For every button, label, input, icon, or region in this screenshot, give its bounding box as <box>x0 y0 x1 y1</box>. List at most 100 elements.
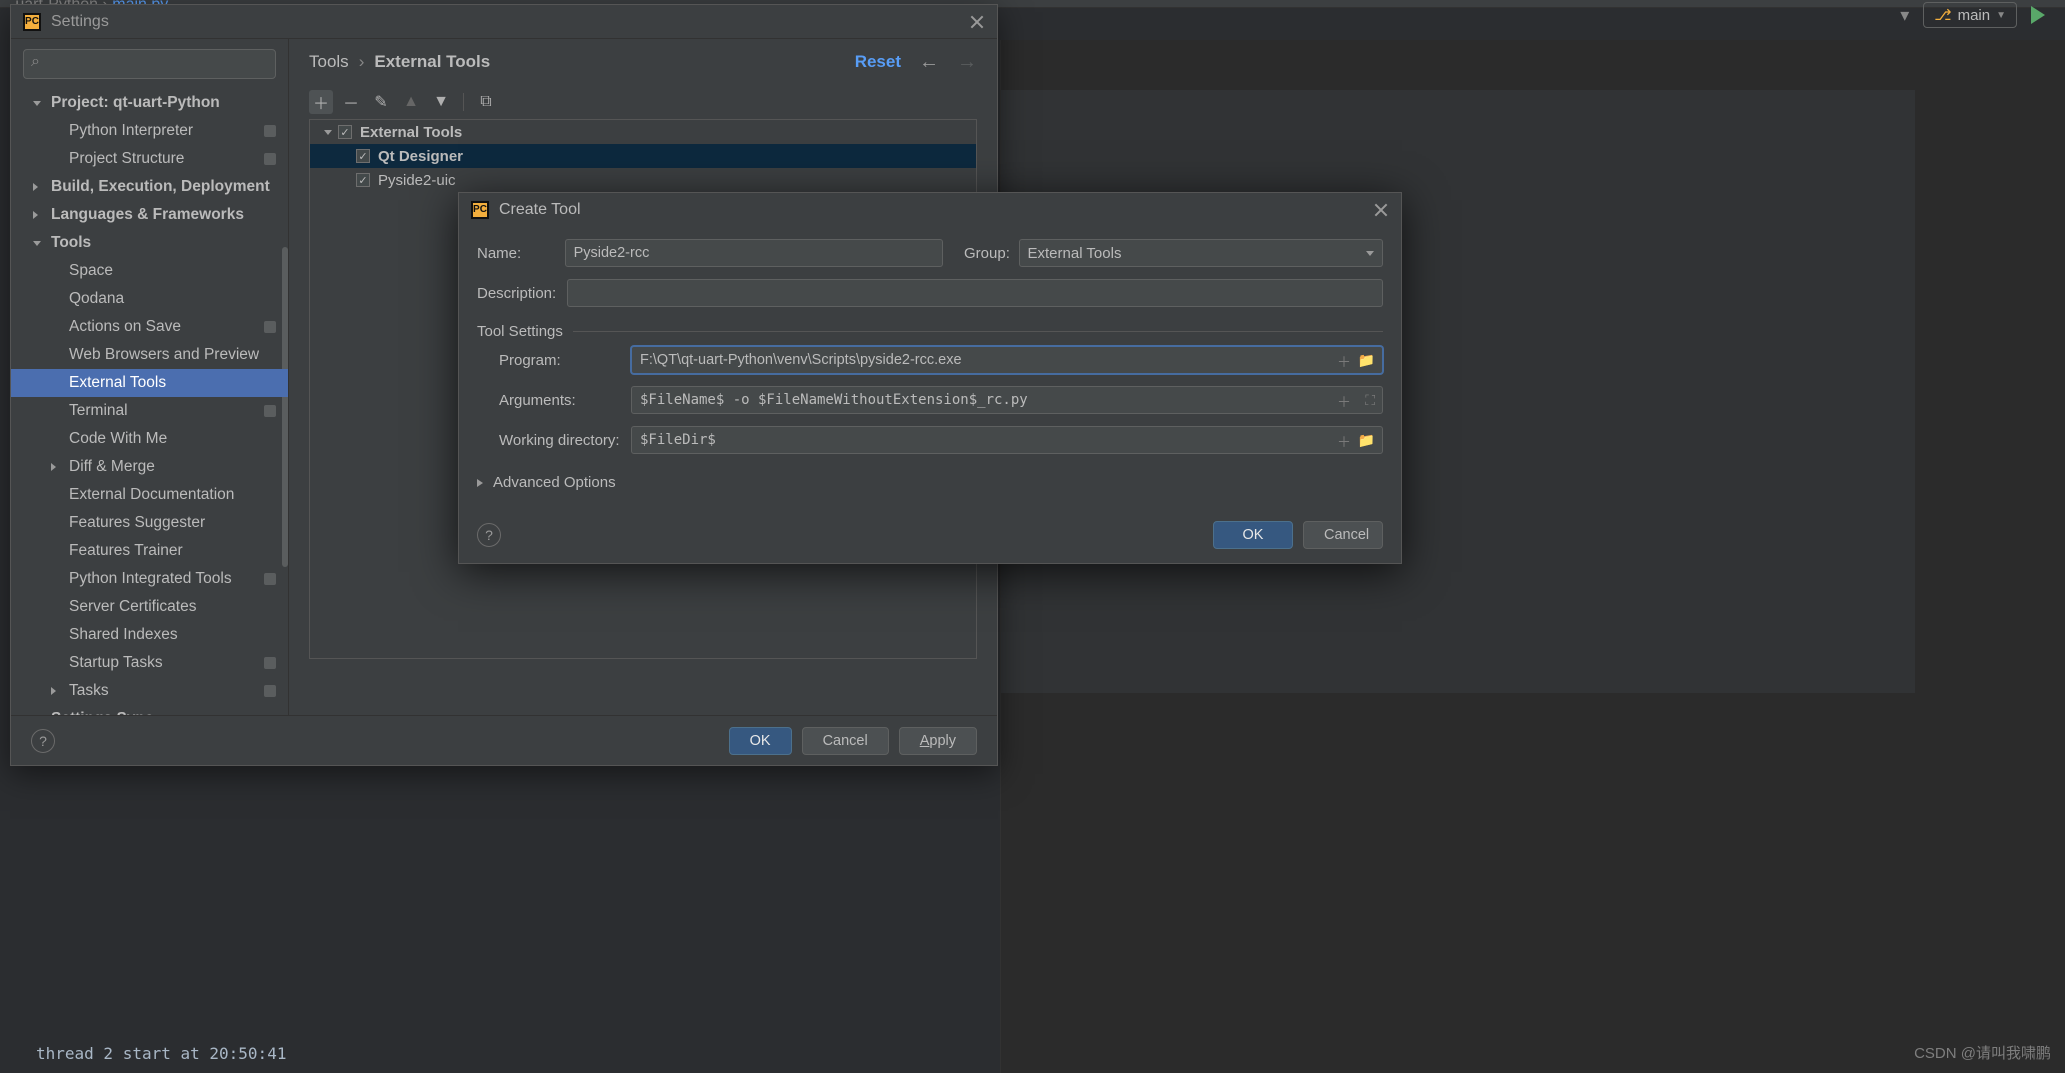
sidebar-item[interactable]: Qodana <box>11 285 288 313</box>
list-group[interactable]: ✓ External Tools <box>310 120 976 144</box>
copy-button[interactable]: ⧉ <box>474 90 498 114</box>
sidebar-item-label: External Documentation <box>69 486 234 504</box>
sidebar-item[interactable]: Space <box>11 257 288 285</box>
description-field[interactable] <box>567 279 1383 307</box>
group-label: Group: <box>964 245 1019 262</box>
workingdir-label: Working directory: <box>499 432 631 449</box>
sidebar-item[interactable]: External Documentation <box>11 481 288 509</box>
list-item[interactable]: ✓ Pyside2-uic <box>310 168 976 192</box>
reset-link[interactable]: Reset <box>855 52 901 72</box>
checkbox[interactable]: ✓ <box>356 149 370 163</box>
settings-header: Tools › External Tools Reset ← → <box>289 39 997 85</box>
sidebar-item-label: Qodana <box>69 290 124 308</box>
chevron-right-icon <box>33 211 38 219</box>
sidebar-item-label: Settings Sync <box>51 710 154 715</box>
sidebar-item[interactable]: Diff & Merge <box>11 453 288 481</box>
cancel-button[interactable]: Cancel <box>1303 521 1383 549</box>
run-button-icon[interactable] <box>2031 6 2045 24</box>
sidebar-item[interactable]: Languages & Frameworks <box>11 201 288 229</box>
settings-footer: ? OK Cancel Apply <box>11 715 997 765</box>
arguments-field[interactable] <box>631 386 1383 414</box>
arguments-label: Arguments: <box>499 392 631 409</box>
search-input[interactable] <box>23 49 276 79</box>
remove-button[interactable]: － <box>339 90 363 114</box>
sidebar-item-label: Server Certificates <box>69 598 196 616</box>
sidebar-item[interactable]: Actions on Save <box>11 313 288 341</box>
sidebar-item[interactable]: External Tools <box>11 369 288 397</box>
sidebar-item-label: Tools <box>51 234 91 252</box>
breadcrumb-root[interactable]: Tools <box>309 52 349 72</box>
sidebar-item-label: Build, Execution, Deployment <box>51 178 270 196</box>
workingdir-field[interactable] <box>631 426 1383 454</box>
checkbox[interactable]: ✓ <box>338 125 352 139</box>
insert-macro-icon[interactable]: ＋ <box>1337 392 1351 412</box>
sidebar-item-label: Shared Indexes <box>69 626 178 644</box>
create-tool-footer: ? OK Cancel <box>459 507 1401 563</box>
sidebar-item-label: Project Structure <box>69 150 184 168</box>
edit-button[interactable]: ✎ <box>369 90 393 114</box>
insert-macro-icon[interactable]: ＋ <box>1337 432 1351 452</box>
sidebar-item[interactable]: Python Integrated Tools <box>11 565 288 593</box>
git-branch-selector[interactable]: ⎇ main ▼ <box>1923 2 2017 28</box>
close-icon[interactable] <box>969 14 985 30</box>
back-icon[interactable]: ← <box>919 51 939 74</box>
sidebar-item[interactable]: Startup Tasks <box>11 649 288 677</box>
sidebar-item-label: Code With Me <box>69 430 167 448</box>
forward-icon: → <box>957 51 977 74</box>
browse-icon[interactable]: 📁 <box>1358 352 1375 369</box>
expand-icon[interactable]: ⛶ <box>1365 392 1375 409</box>
app-icon: PC <box>23 13 41 31</box>
help-icon[interactable]: ? <box>31 729 55 753</box>
name-label: Name: <box>477 245 565 262</box>
sidebar-item-label: Python Integrated Tools <box>69 570 232 588</box>
sidebar-item[interactable]: Settings Sync <box>11 705 288 715</box>
sidebar-item[interactable]: Web Browsers and Preview <box>11 341 288 369</box>
modified-icon <box>264 685 276 697</box>
ok-button[interactable]: OK <box>729 727 792 755</box>
settings-tree[interactable]: Project: qt-uart-Python Python Interprete… <box>11 89 288 715</box>
up-button[interactable]: ▲ <box>399 90 423 114</box>
help-icon[interactable]: ? <box>477 523 501 547</box>
name-field[interactable] <box>565 239 943 267</box>
sidebar-item[interactable]: Code With Me <box>11 425 288 453</box>
group-select[interactable]: External Tools <box>1019 239 1383 267</box>
sidebar-item[interactable]: Project: qt-uart-Python <box>11 89 288 117</box>
advanced-options-toggle[interactable]: Advanced Options <box>477 474 1383 491</box>
chevron-down-icon <box>33 241 41 246</box>
cancel-button[interactable]: Cancel <box>802 727 889 755</box>
chevron-down-icon <box>33 101 41 106</box>
modified-icon <box>264 405 276 417</box>
down-button[interactable]: ▼ <box>429 90 453 114</box>
ok-button[interactable]: OK <box>1213 521 1293 549</box>
sidebar-item[interactable]: Build, Execution, Deployment <box>11 173 288 201</box>
tool-settings-section: Tool Settings <box>477 323 1383 340</box>
sidebar-item[interactable]: Features Suggester <box>11 509 288 537</box>
sidebar-item-label: Web Browsers and Preview <box>69 346 259 364</box>
sidebar-item-label: Languages & Frameworks <box>51 206 244 224</box>
browse-icon[interactable]: 📁 <box>1358 432 1375 449</box>
chevron-right-icon <box>477 479 483 487</box>
sidebar-item[interactable]: Shared Indexes <box>11 621 288 649</box>
apply-button[interactable]: Apply <box>899 727 977 755</box>
sidebar-item[interactable]: Features Trainer <box>11 537 288 565</box>
sidebar-item-label: Python Interpreter <box>69 122 193 140</box>
breadcrumb-current: External Tools <box>374 52 490 72</box>
tools-toolbar: ＋ － ✎ ▲ ▼ ⧉ <box>309 85 977 119</box>
list-item[interactable]: ✓ Qt Designer <box>310 144 976 168</box>
sidebar-item[interactable]: Tools <box>11 229 288 257</box>
sidebar-item[interactable]: Terminal <box>11 397 288 425</box>
sidebar-item[interactable]: Project Structure <box>11 145 288 173</box>
close-icon[interactable] <box>1373 202 1389 218</box>
expand-icon[interactable] <box>324 130 332 135</box>
sidebar-item[interactable]: Server Certificates <box>11 593 288 621</box>
terminal-line: thread 2 start at 20:50:41 <box>36 1033 286 1073</box>
insert-macro-icon[interactable]: ＋ <box>1337 352 1351 372</box>
modified-icon <box>264 657 276 669</box>
sidebar-item[interactable]: Python Interpreter <box>11 117 288 145</box>
checkbox[interactable]: ✓ <box>356 173 370 187</box>
sidebar-item[interactable]: Tasks <box>11 677 288 705</box>
user-icon[interactable]: ▾ <box>1900 5 1909 26</box>
modified-icon <box>264 125 276 137</box>
add-button[interactable]: ＋ <box>309 90 333 114</box>
program-field[interactable] <box>631 346 1383 374</box>
